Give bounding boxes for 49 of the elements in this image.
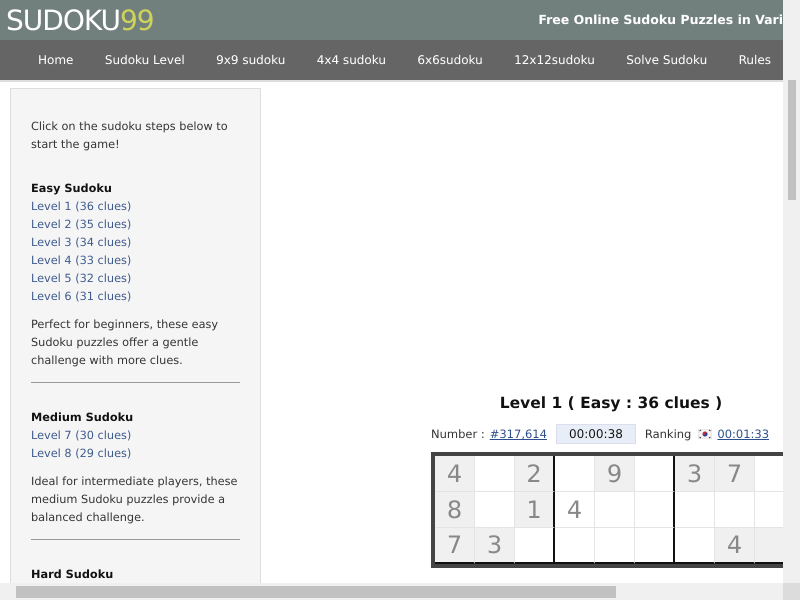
sudoku-cell[interactable] — [635, 456, 675, 492]
level-link[interactable]: Level 6 (31 clues) — [31, 288, 240, 306]
section-heading: Medium Sudoku — [31, 410, 134, 426]
sudoku-cell[interactable]: 3 — [675, 456, 715, 492]
sudoku-cell[interactable]: 4 — [555, 492, 595, 528]
intro-text: Click on the sudoku steps below to start the game! — [31, 119, 229, 153]
ranking-time-link[interactable]: 00:01:33 — [717, 427, 770, 441]
level-link[interactable]: Level 3 (34 clues) — [31, 234, 240, 252]
vertical-scrollbar[interactable] — [783, 0, 800, 583]
level-link[interactable]: Level 1 (36 clues) — [31, 198, 240, 216]
tagline: Free Online Sudoku Puzzles in Vari — [538, 12, 783, 26]
sudoku-cell[interactable] — [515, 528, 555, 564]
nav-link[interactable]: 12x12sudoku — [514, 53, 595, 67]
nav-link[interactable]: Rules — [738, 53, 771, 67]
sudoku-cell[interactable]: 7 — [435, 528, 475, 564]
level-link[interactable]: Level 4 (33 clues) — [31, 252, 240, 270]
nav-link[interactable]: 9x9 sudoku — [216, 53, 286, 67]
level-link[interactable]: Level 7 (30 clues) — [31, 427, 240, 445]
section-heading: Easy Sudoku — [31, 181, 113, 197]
sudoku-cell[interactable]: 2 — [515, 456, 555, 492]
sudoku-cell[interactable]: 3 — [475, 528, 515, 564]
sudoku-cell[interactable]: 4 — [435, 456, 475, 492]
sudoku-cell[interactable] — [635, 492, 675, 528]
nav-link[interactable]: Home — [38, 53, 74, 67]
nav-link[interactable]: Solve Sudoku — [626, 53, 708, 67]
sudoku-cell[interactable]: 9 — [595, 456, 635, 492]
nav-link[interactable]: Sudoku Level — [104, 53, 185, 67]
sudoku-cell[interactable]: 1 — [515, 492, 555, 528]
section-heading: Hard Sudoku — [31, 567, 114, 583]
scrollbar-corner — [783, 583, 800, 600]
horizontal-scrollbar[interactable] — [0, 583, 783, 600]
sudoku-cell[interactable]: 4 — [715, 528, 755, 564]
section-description: Perfect for beginners, these easy Sudoku puzzles offer a gentle challenge with more clues. — [31, 317, 220, 369]
level-link[interactable]: Level 5 (32 clues) — [31, 270, 240, 288]
sudoku-cell[interactable]: 7 — [715, 456, 755, 492]
timer: 00:00:38 — [556, 424, 636, 444]
site-logo[interactable]: SUDOKU99 — [6, 4, 154, 36]
nav-link[interactable]: 4x4 sudoku — [316, 53, 386, 67]
level-link[interactable]: Level 2 (35 clues) — [31, 216, 240, 234]
flag-icon — [698, 429, 712, 439]
puzzle-number-link[interactable]: #317,614 — [490, 427, 547, 441]
ranking-label: Ranking — [644, 427, 692, 441]
section-description: Ideal for intermediate players, these medium Sudoku puzzles provide a balanced challenge. — [31, 474, 238, 526]
number-label: Number : — [431, 427, 485, 441]
sudoku-cell[interactable] — [635, 528, 675, 564]
puzzle-title: Level 1 ( Easy : 36 clues ) — [498, 394, 724, 412]
sudoku-cell[interactable]: 8 — [435, 492, 475, 528]
level-link[interactable]: Level 8 (29 clues) — [31, 445, 240, 463]
nav-link[interactable]: 6x6sudoku — [417, 53, 483, 67]
